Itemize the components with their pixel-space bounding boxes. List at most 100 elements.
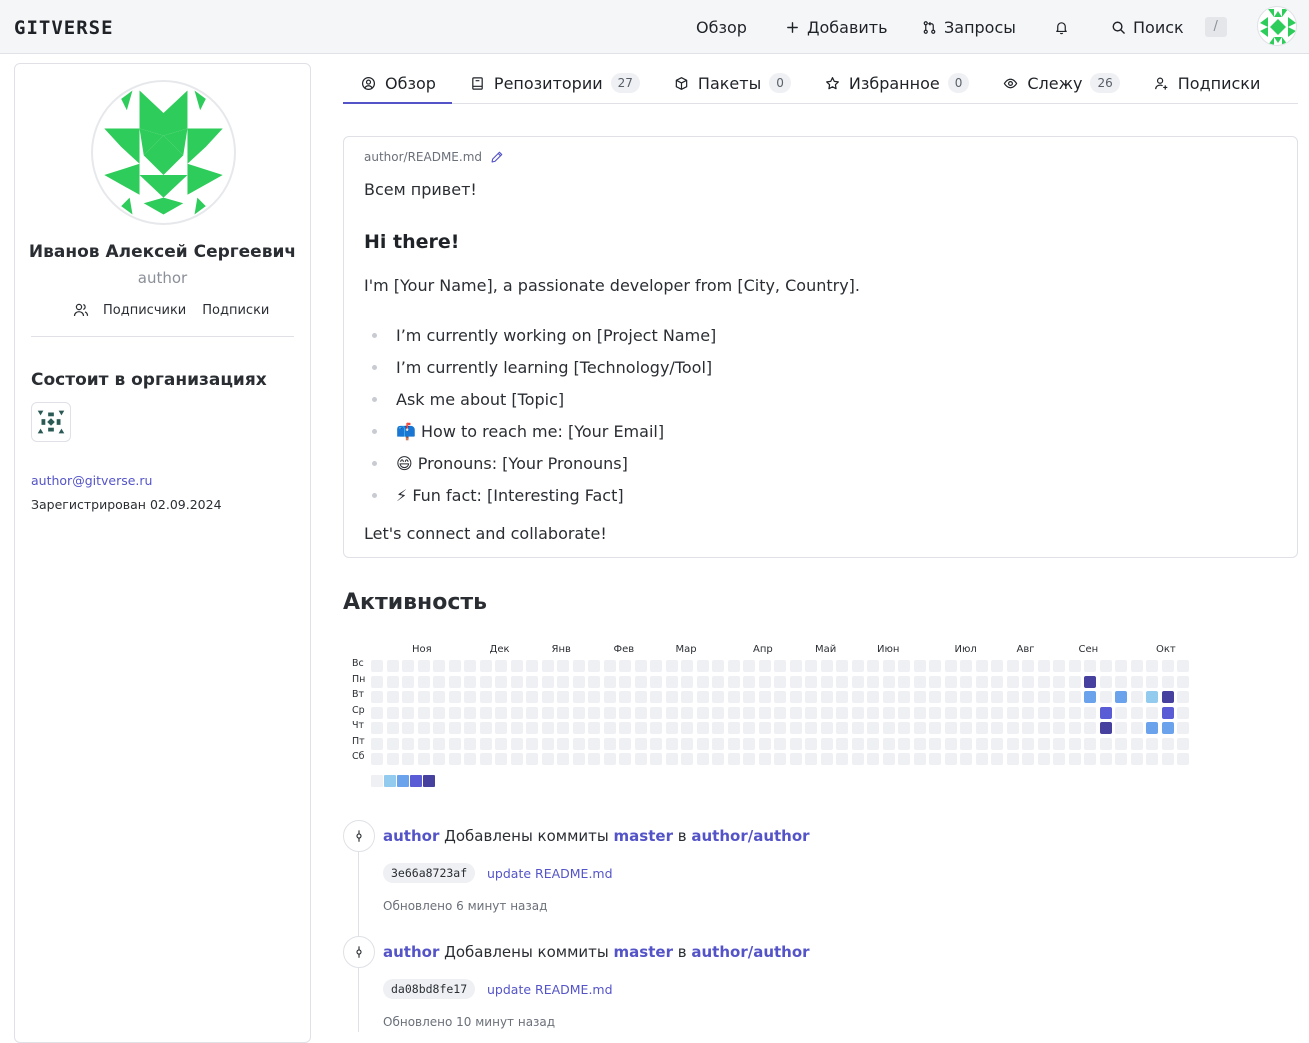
heatmap-cell[interactable] [758,706,771,719]
heatmap-cell[interactable] [913,691,926,703]
heatmap-cell[interactable] [960,737,972,750]
heatmap-cell[interactable] [371,706,383,719]
heatmap-cell[interactable] [526,737,538,750]
heatmap-cell[interactable] [789,675,802,688]
heatmap-cell[interactable] [1115,737,1127,750]
heatmap-cell[interactable] [1130,737,1143,750]
heatmap-cell[interactable] [1084,737,1096,750]
heatmap-cell[interactable] [681,737,693,750]
heatmap-cell[interactable] [743,675,755,688]
heatmap-cell[interactable] [417,753,430,765]
heatmap-cell[interactable] [944,737,957,750]
heatmap-cell[interactable] [929,737,941,750]
heatmap-cell[interactable] [1099,706,1112,719]
heatmap-cell[interactable] [712,753,724,765]
heatmap-cell[interactable] [1006,660,1019,672]
heatmap-cell[interactable] [1130,722,1143,734]
heatmap-cell[interactable] [495,691,507,703]
heatmap-cell[interactable] [464,753,476,765]
heatmap-cell[interactable] [510,691,523,703]
heatmap-cell[interactable] [1068,660,1081,672]
heatmap-cell[interactable] [1084,706,1096,719]
heatmap-cell[interactable] [805,691,817,703]
heatmap-cell[interactable] [975,660,988,672]
heatmap-cell[interactable] [386,691,399,703]
heatmap-cell[interactable] [386,722,399,734]
heatmap-cell[interactable] [1037,691,1050,703]
heatmap-cell[interactable] [479,753,492,765]
heatmap-cell[interactable] [386,753,399,765]
heatmap-cell[interactable] [882,706,895,719]
heatmap-cell[interactable] [774,737,786,750]
heatmap-cell[interactable] [727,706,740,719]
heatmap-cell[interactable] [882,737,895,750]
heatmap-cell[interactable] [619,660,631,672]
heatmap-cell[interactable] [603,737,616,750]
heatmap-cell[interactable] [448,706,461,719]
heatmap-cell[interactable] [1146,722,1158,734]
heatmap-cell[interactable] [789,753,802,765]
heatmap-cell[interactable] [557,753,569,765]
feed-branch-link[interactable]: master [614,943,673,961]
heatmap-cell[interactable] [1130,675,1143,688]
heatmap-cell[interactable] [448,753,461,765]
heatmap-cell[interactable] [991,660,1003,672]
heatmap-cell[interactable] [851,722,864,734]
heatmap-cell[interactable] [1161,722,1174,734]
heatmap-cell[interactable] [774,722,786,734]
heatmap-cell[interactable] [929,660,941,672]
heatmap-cell[interactable] [1053,691,1065,703]
heatmap-cell[interactable] [572,737,585,750]
heatmap-cell[interactable] [433,753,445,765]
heatmap-cell[interactable] [712,691,724,703]
heatmap-cell[interactable] [495,753,507,765]
heatmap-cell[interactable] [836,722,848,734]
heatmap-cell[interactable] [650,660,662,672]
heatmap-cell[interactable] [1161,706,1174,719]
heatmap-cell[interactable] [820,691,833,703]
heatmap-cell[interactable] [820,706,833,719]
heatmap-cell[interactable] [417,737,430,750]
heatmap-cell[interactable] [1022,753,1034,765]
heatmap-cell[interactable] [1177,660,1189,672]
heatmap-cell[interactable] [386,706,399,719]
heatmap-cell[interactable] [820,753,833,765]
heatmap-cell[interactable] [696,691,709,703]
heatmap-cell[interactable] [1099,660,1112,672]
heatmap-cell[interactable] [805,753,817,765]
heatmap-cell[interactable] [758,753,771,765]
heatmap-cell[interactable] [820,737,833,750]
heatmap-cell[interactable] [1115,753,1127,765]
pencil-icon[interactable] [490,150,504,164]
heatmap-cell[interactable] [510,706,523,719]
heatmap-cell[interactable] [975,753,988,765]
heatmap-cell[interactable] [960,706,972,719]
feed-repo-link[interactable]: author/author [691,943,809,961]
heatmap-cell[interactable] [433,691,445,703]
heatmap-cell[interactable] [758,722,771,734]
heatmap-cell[interactable] [572,660,585,672]
heatmap-cell[interactable] [789,737,802,750]
heatmap-cell[interactable] [898,706,910,719]
heatmap-cell[interactable] [929,675,941,688]
heatmap-cell[interactable] [1146,737,1158,750]
heatmap-cell[interactable] [1037,660,1050,672]
heatmap-cell[interactable] [882,722,895,734]
heatmap-cell[interactable] [1006,706,1019,719]
heatmap-cell[interactable] [402,691,414,703]
heatmap-cell[interactable] [665,737,678,750]
heatmap-cell[interactable] [805,737,817,750]
heatmap-cell[interactable] [1084,660,1096,672]
heatmap-cell[interactable] [619,691,631,703]
heatmap-cell[interactable] [774,753,786,765]
heatmap-cell[interactable] [960,722,972,734]
heatmap-cell[interactable] [929,753,941,765]
heatmap-cell[interactable] [448,722,461,734]
heatmap-cell[interactable] [464,706,476,719]
heatmap-cell[interactable] [650,753,662,765]
heatmap-cell[interactable] [634,737,647,750]
heatmap-cell[interactable] [805,706,817,719]
heatmap-cell[interactable] [758,660,771,672]
heatmap-cell[interactable] [1146,691,1158,703]
heatmap-cell[interactable] [805,675,817,688]
